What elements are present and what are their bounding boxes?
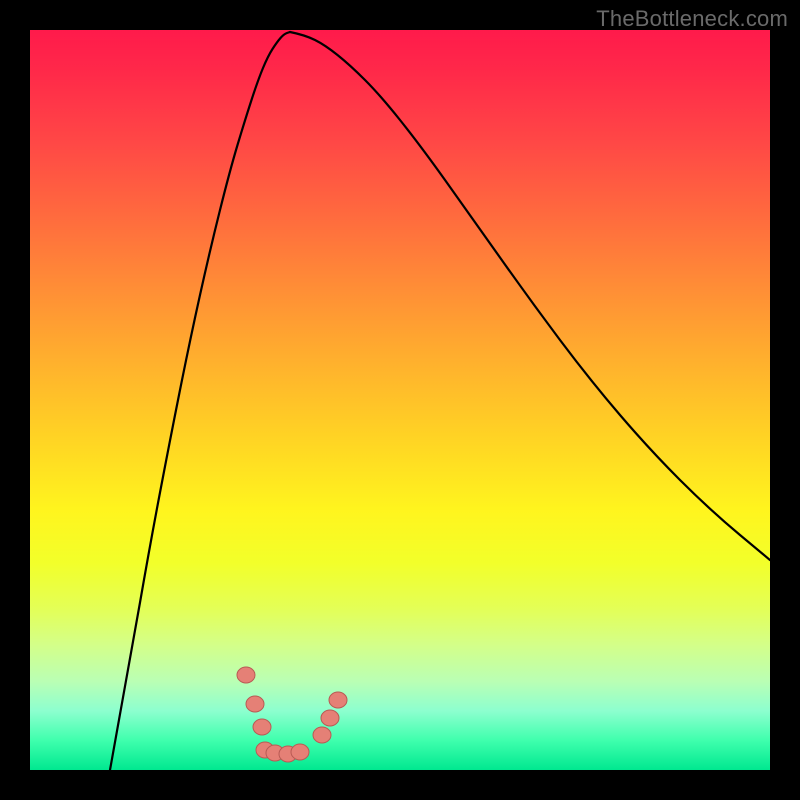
curves-layer [30,30,770,770]
curve-marker [246,696,264,712]
curve-marker [237,667,255,683]
plot-area [30,30,770,770]
curve-marker [329,692,347,708]
bottleneck-curve-right-curve [290,32,770,560]
curve-marker [321,710,339,726]
chart-frame: TheBottleneck.com [0,0,800,800]
bottleneck-curve-left-curve [110,32,290,770]
watermark-text: TheBottleneck.com [596,6,788,32]
curve-marker [253,719,271,735]
curve-marker [291,744,309,760]
curve-marker [313,727,331,743]
